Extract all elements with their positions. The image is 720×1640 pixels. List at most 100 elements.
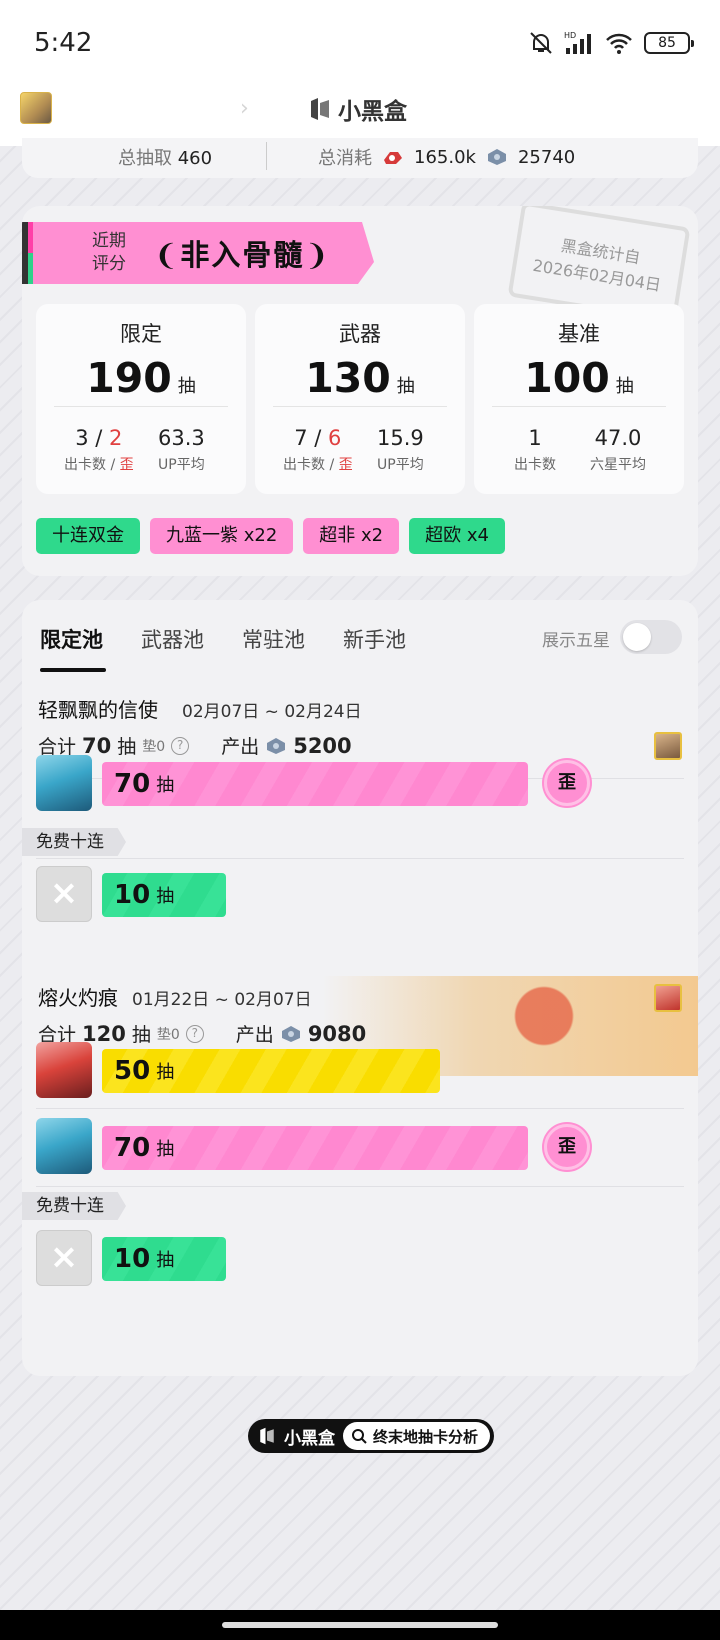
currency-b-icon	[487, 149, 506, 165]
status-bar: 5:42 HD 85	[0, 0, 720, 90]
stat-pulls: 100 抽	[474, 354, 684, 402]
off-rate-label: 歪	[119, 457, 134, 473]
pool-tabs: 限定池 武器池 常驻池 新手池	[40, 624, 406, 654]
free-ten-pull-tag: 免费十连	[22, 828, 126, 856]
footer-search[interactable]: 终末地抽卡分析	[343, 1422, 491, 1450]
separator: /	[88, 426, 110, 450]
tag-super-lucky: 超欧 x4	[409, 518, 505, 554]
pity-count: 垫0	[142, 738, 166, 755]
off-rate-badge: 歪	[544, 1124, 590, 1170]
divider	[492, 406, 666, 407]
pull-count: 50	[114, 1056, 151, 1086]
pull-unit: 抽	[156, 775, 175, 796]
svg-text:HD: HD	[564, 31, 576, 40]
stat-title: 武器	[339, 322, 381, 346]
pull-count: 10	[114, 880, 151, 910]
bell-muted-icon	[530, 32, 552, 54]
show-five-star-toggle[interactable]	[620, 620, 682, 654]
consume-b-value: 25740	[517, 146, 576, 168]
stat-pulls-value: 190	[86, 354, 172, 402]
six-star-avg-value: 47.0	[594, 426, 642, 450]
divider	[36, 1108, 684, 1109]
pull-unit: 抽	[156, 1062, 175, 1083]
avatar[interactable]	[20, 92, 52, 124]
home-gesture-handle[interactable]	[222, 1622, 498, 1628]
stat-up-avg: 63.3 UP平均	[158, 426, 205, 474]
divider	[36, 1186, 684, 1187]
footer-brand-pill[interactable]: 小黑盒 终末地抽卡分析	[248, 1419, 495, 1453]
cards-count: 7	[294, 426, 308, 450]
achievement-tags: 十连双金 九蓝一紫 x22 超非 x2 超欧 x4	[36, 518, 505, 554]
total-value: 70	[82, 733, 112, 758]
rating-label: 近期 评分	[92, 230, 126, 276]
pull-count: 10	[114, 1244, 151, 1274]
search-icon	[352, 1429, 367, 1444]
character-portrait	[36, 755, 92, 811]
stat-title: 基准	[558, 322, 600, 346]
cards-label: 出卡数 /	[64, 457, 120, 473]
off-rate-label: 歪	[338, 457, 353, 473]
pull-count: 70	[114, 1133, 151, 1163]
free-pull-bar: 10 抽	[102, 1237, 226, 1281]
stat-cards: 7 / 6 出卡数 / 歪	[283, 426, 353, 474]
pull-unit: 抽	[156, 1250, 175, 1271]
show-five-star-label: 展示五星	[542, 631, 610, 651]
divider	[266, 142, 267, 170]
stat-cards: 1 出卡数	[514, 426, 556, 474]
wifi-icon	[606, 33, 632, 54]
separator: /	[307, 426, 329, 450]
cards-label: 出卡数 /	[283, 457, 339, 473]
empty-portrait	[36, 866, 92, 922]
heybox-logo-icon	[260, 1427, 274, 1445]
consume-a-value: 165.0k	[414, 146, 476, 168]
stat-pulls: 130 抽	[255, 354, 465, 402]
stat-six-star-avg: 47.0 六星平均	[590, 426, 646, 474]
tag-nine-blue-one-purple: 九蓝一紫 x22	[150, 518, 294, 554]
total-consume: 总消耗 165.0k 25740	[318, 144, 575, 170]
total-pulls: 总抽取 460	[118, 144, 212, 170]
pull-unit: 抽	[156, 1139, 175, 1160]
cards-count: 1	[528, 426, 542, 450]
rating-card: 黑盒统计自 2026年02月04日 近期 评分 ❨非入骨髓❩ 限定 190 抽 3…	[22, 206, 698, 576]
banner-date: 02月07日 ~ 02月24日	[182, 702, 362, 722]
footer-brand-name: 小黑盒	[284, 1428, 335, 1449]
cellular-signal-icon: HD	[564, 31, 591, 54]
system-nav-bar	[0, 1610, 720, 1640]
stat-up-avg: 15.9 UP平均	[377, 426, 424, 474]
banner-name: 熔火灼痕	[38, 986, 118, 1010]
free-ten-pull-tag: 免费十连	[22, 1192, 126, 1220]
rating-label-line2: 评分	[92, 254, 126, 274]
divider	[36, 858, 684, 859]
up-avg-value: 63.3	[158, 426, 205, 450]
pull-unit: 抽	[156, 886, 175, 907]
total-unit: 抽	[117, 736, 137, 758]
up-avg-value: 15.9	[377, 426, 424, 450]
brand-name: 小黑盒	[338, 99, 407, 125]
help-icon[interactable]: ?	[185, 1024, 204, 1043]
banner-accent-green	[28, 253, 33, 284]
battery-indicator: 85	[644, 32, 694, 54]
status-time: 5:42	[34, 28, 93, 58]
divider	[54, 406, 228, 407]
help-icon[interactable]: ?	[171, 736, 190, 755]
pull-bar: 70 抽	[102, 1126, 528, 1170]
total-pulls-value: 460	[177, 148, 213, 169]
tab-weapon-pool[interactable]: 武器池	[141, 624, 204, 654]
tag-super-unlucky: 超非 x2	[303, 518, 400, 554]
off-rate-count: 6	[328, 426, 342, 450]
tab-beginner-pool[interactable]: 新手池	[343, 624, 406, 654]
tab-standard-pool[interactable]: 常驻池	[242, 624, 305, 654]
status-icons: HD 85	[528, 30, 694, 56]
off-rate-count: 2	[109, 426, 123, 450]
tab-limited-pool[interactable]: 限定池	[40, 624, 103, 654]
pull-count: 70	[114, 769, 151, 799]
chevron-right-icon: ›	[240, 96, 249, 121]
stat-box-weapon: 武器 130 抽 7 / 6 出卡数 / 歪 15.9 UP平均	[255, 304, 465, 494]
brand-logo: 小黑盒	[308, 92, 407, 126]
cards-count: 3	[75, 426, 89, 450]
pull-bar: 70 抽	[102, 762, 528, 806]
stat-pulls: 190 抽	[36, 354, 246, 402]
stat-pulls-unit: 抽	[396, 376, 415, 397]
character-portrait	[36, 1118, 92, 1174]
currency-a-icon	[384, 152, 402, 164]
